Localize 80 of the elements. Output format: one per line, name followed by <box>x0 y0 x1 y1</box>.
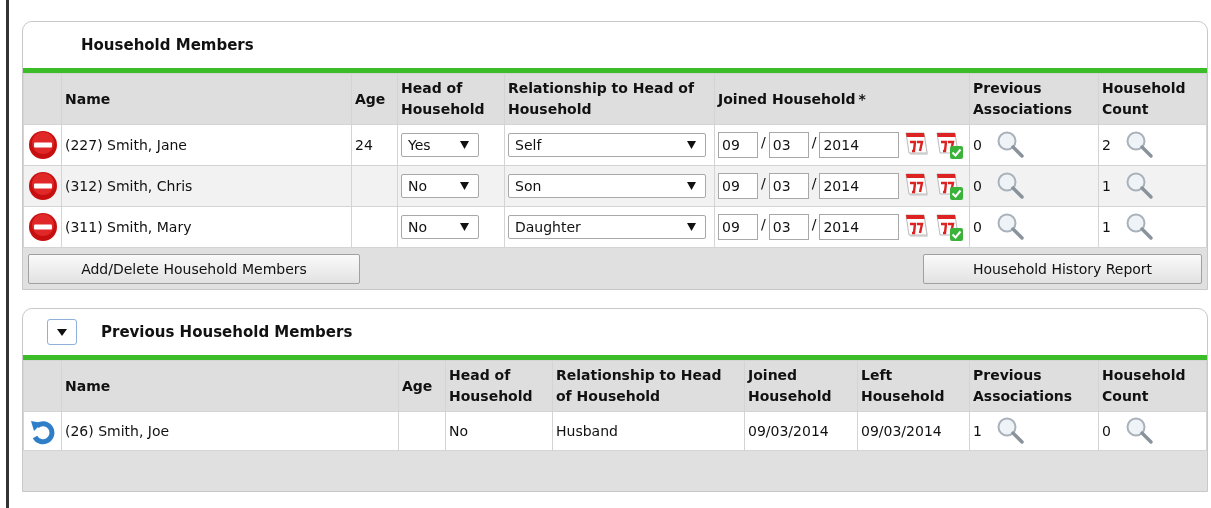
month-field[interactable]: 09 <box>718 214 758 240</box>
caret-icon <box>687 223 696 231</box>
relationship-value: Husband <box>556 423 618 439</box>
relationship-select[interactable]: Son <box>508 174 706 198</box>
head-of-household-select[interactable]: No <box>401 174 479 198</box>
column-header: Head of Household <box>449 367 533 404</box>
history-report-button[interactable]: Household History Report <box>923 253 1202 284</box>
household-count: 0 <box>1102 423 1111 439</box>
associations-count: 0 <box>973 219 982 235</box>
date-separator: / <box>811 175 817 191</box>
month-field[interactable]: 09 <box>718 173 758 199</box>
age-value: 24 <box>355 137 373 153</box>
associations-count: 1 <box>973 423 982 439</box>
column-header: Household Count <box>1102 80 1186 117</box>
column-header: Relationship to Head of Household <box>556 367 722 404</box>
search-icon[interactable] <box>995 171 1026 201</box>
remove-icon[interactable] <box>27 171 58 201</box>
collapse-toggle[interactable] <box>47 319 77 345</box>
add-delete-members-button[interactable]: Add/Delete Household Members <box>28 253 360 284</box>
date-separator: / <box>811 216 817 232</box>
calendar-check-icon[interactable] <box>935 213 964 241</box>
calendar-check-icon[interactable] <box>935 131 964 159</box>
column-header: Left Household <box>861 367 945 404</box>
date-separator: / <box>761 134 766 150</box>
caret-icon <box>57 328 67 336</box>
section-title: Previous Household Members <box>101 323 353 341</box>
search-icon[interactable] <box>1124 171 1155 201</box>
household-count: 1 <box>1102 219 1111 235</box>
search-icon[interactable] <box>1124 416 1155 446</box>
left-date: 09/03/2014 <box>861 423 942 439</box>
head-of-household-select[interactable]: No <box>401 215 479 239</box>
remove-icon[interactable] <box>27 130 58 160</box>
search-icon[interactable] <box>995 416 1026 446</box>
column-header: Name <box>65 90 111 107</box>
head-of-household-select[interactable]: Yes <box>401 133 479 157</box>
date-separator: / <box>761 175 766 191</box>
search-icon[interactable] <box>1124 130 1155 160</box>
relationship-select[interactable]: Daughter <box>508 215 706 239</box>
column-header: Household Count <box>1102 367 1186 404</box>
member-name: (311) Smith, Mary <box>65 219 192 235</box>
head-of-household-value: No <box>449 423 469 439</box>
column-header: Joined Household <box>718 90 856 107</box>
caret-icon <box>687 182 696 190</box>
associations-count: 0 <box>973 178 982 194</box>
remove-icon[interactable] <box>27 212 58 242</box>
year-field[interactable]: 2014 <box>819 173 900 199</box>
column-header: Previous Associations <box>973 367 1073 404</box>
section-title: Household Members <box>81 36 254 54</box>
column-header: Relationship to Head of Household <box>508 80 695 117</box>
column-header: Head of Household <box>401 80 485 117</box>
member-name: (227) Smith, Jane <box>65 137 187 153</box>
member-name: (312) Smith, Chris <box>65 178 193 194</box>
year-field[interactable]: 2014 <box>819 214 900 240</box>
calendar-check-icon[interactable] <box>935 172 964 200</box>
caret-icon <box>687 141 696 149</box>
associations-count: 0 <box>973 137 982 153</box>
search-icon[interactable] <box>1124 212 1155 242</box>
day-field[interactable]: 03 <box>768 173 809 199</box>
member-name: (26) Smith, Joe <box>65 423 170 439</box>
caret-icon <box>460 141 469 149</box>
date-separator: / <box>811 134 817 150</box>
column-header: Previous Associations <box>973 80 1073 117</box>
household-count: 1 <box>1102 178 1111 194</box>
column-header: Joined Household <box>748 367 832 404</box>
column-header: Name <box>65 377 111 394</box>
caret-icon <box>460 223 469 231</box>
year-field[interactable]: 2014 <box>819 132 900 158</box>
household-count: 2 <box>1102 137 1111 153</box>
joined-date: 09/03/2014 <box>748 423 829 439</box>
required-marker: * <box>858 90 866 107</box>
day-field[interactable]: 03 <box>768 132 809 158</box>
caret-icon <box>460 182 469 190</box>
day-field[interactable]: 03 <box>768 214 809 240</box>
search-icon[interactable] <box>995 212 1026 242</box>
month-field[interactable]: 09 <box>718 132 758 158</box>
search-icon[interactable] <box>995 130 1026 160</box>
relationship-select[interactable]: Self <box>508 133 706 157</box>
column-header: Age <box>402 377 433 394</box>
column-header: Age <box>355 90 386 107</box>
date-separator: / <box>761 216 766 232</box>
